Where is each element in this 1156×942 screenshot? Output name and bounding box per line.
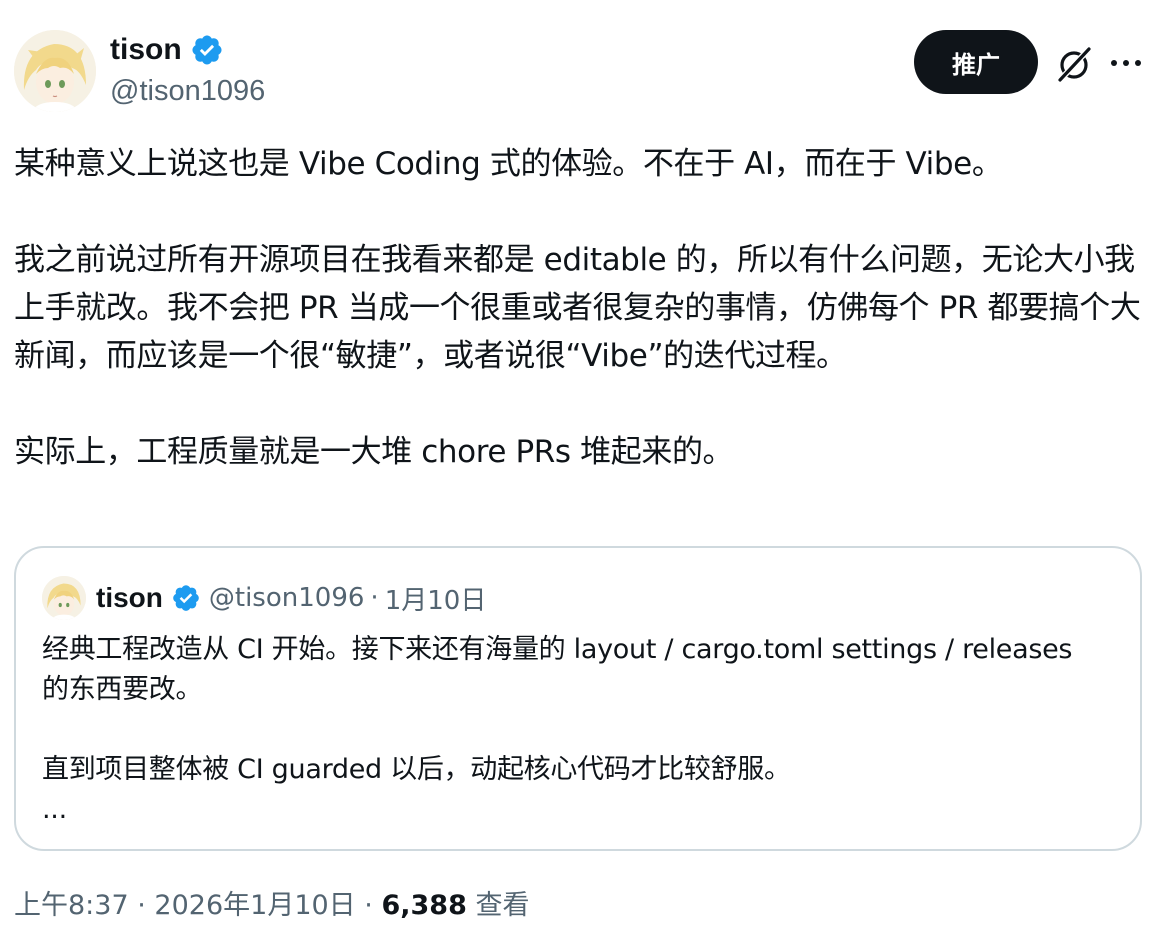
grok-icon[interactable]: [1054, 44, 1094, 84]
post-time[interactable]: 上午8:37: [14, 890, 129, 921]
post-date[interactable]: 2026年1月10日: [154, 890, 355, 921]
tweet-text: 某种意义上说这也是 Vibe Coding 式的体验。不在于 AI，而在于 Vi…: [14, 146, 1141, 470]
tweet-card: tison @tison1096 推广 某种意义上说这也是 Vibe Codin…: [0, 0, 1156, 942]
author-name[interactable]: tison: [110, 30, 224, 70]
tweet-footer: 上午8:37 · 2026年1月10日 · 6,388 查看: [14, 886, 529, 926]
quote-separator: ·: [370, 583, 379, 613]
quote-header: tison @tison1096 · 1月10日: [96, 578, 486, 618]
quote-author-avatar: [42, 576, 86, 620]
more-options-icon[interactable]: [1108, 48, 1144, 78]
quote-avatar-illustration: [42, 576, 86, 620]
footer-separator: ·: [364, 890, 373, 921]
avatar-illustration: [14, 30, 96, 112]
verified-badge-icon: [192, 35, 222, 65]
quote-author-handle: @tison1096: [208, 583, 365, 613]
verified-badge-icon: [173, 585, 199, 611]
footer-separator: ·: [137, 890, 146, 921]
promote-button[interactable]: 推广: [914, 30, 1038, 94]
quote-author-name: tison: [96, 582, 163, 613]
author-name-text: tison: [110, 33, 182, 66]
quote-text: 经典工程改造从 CI 开始。接下来还有海量的 layout / cargo.to…: [42, 634, 1073, 825]
quoted-tweet[interactable]: tison @tison1096 · 1月10日 经典工程改造从 CI 开始。接…: [14, 546, 1142, 851]
quote-date[interactable]: 1月10日: [385, 580, 487, 617]
author-handle[interactable]: @tison1096: [110, 72, 265, 110]
views-count: 6,388: [381, 890, 467, 921]
views-label: 查看: [475, 890, 530, 921]
author-avatar[interactable]: [14, 30, 96, 112]
